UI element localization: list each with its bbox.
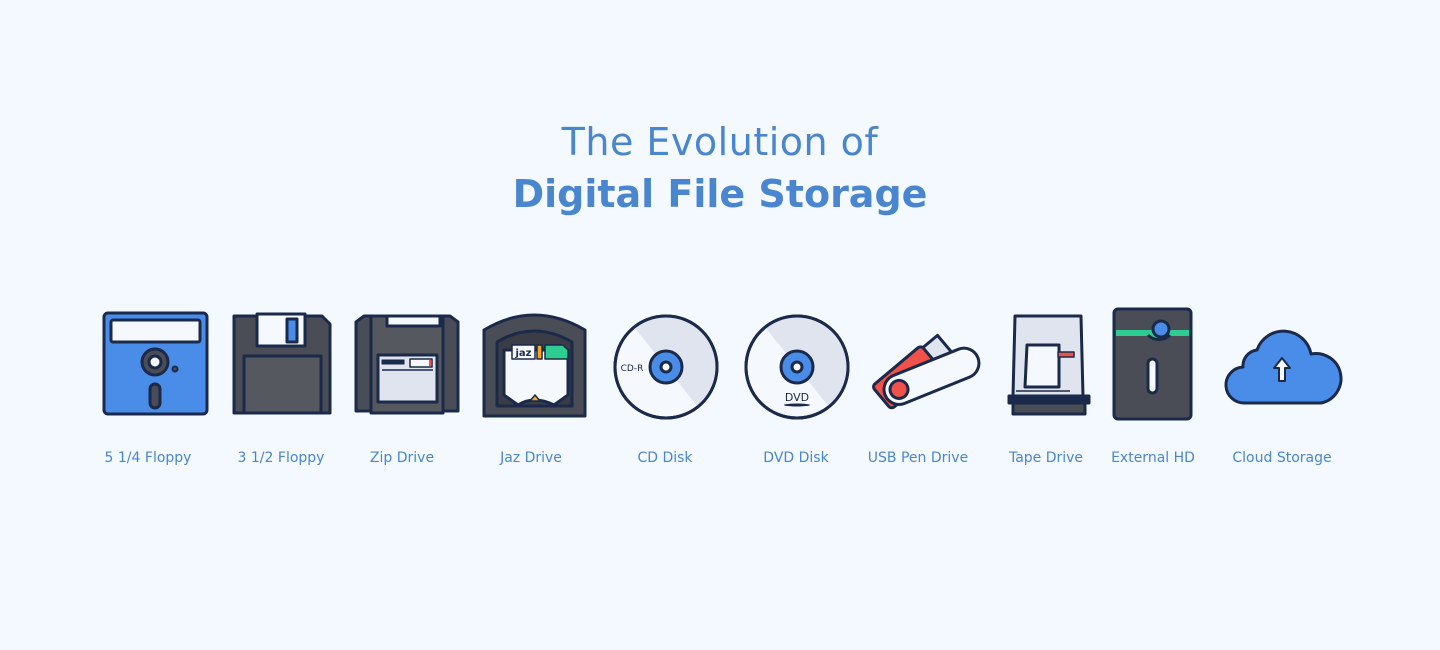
cd-icon-text: CD-R bbox=[621, 364, 644, 374]
usb-drive-icon bbox=[872, 333, 981, 410]
jaz-disk-icon: jaz bbox=[482, 313, 587, 418]
floppy-5-25-icon bbox=[102, 311, 209, 416]
dvd-icon-text: DVD bbox=[785, 391, 809, 404]
external-hd-icon bbox=[1112, 307, 1193, 421]
floppy-3-5-icon bbox=[232, 312, 332, 415]
dvd-icon: DVD bbox=[744, 314, 850, 420]
tape-drive-icon bbox=[1007, 314, 1091, 416]
cloud-upload-icon bbox=[1224, 329, 1343, 405]
cd-icon: CD-R bbox=[613, 314, 719, 420]
jaz-icon-text: jaz bbox=[515, 348, 532, 359]
zip-disk-icon bbox=[354, 314, 460, 415]
label-cloud-storage: Cloud Storage bbox=[1232, 450, 1332, 466]
storage-icons: jaz CD-R DVD bbox=[102, 307, 1343, 421]
